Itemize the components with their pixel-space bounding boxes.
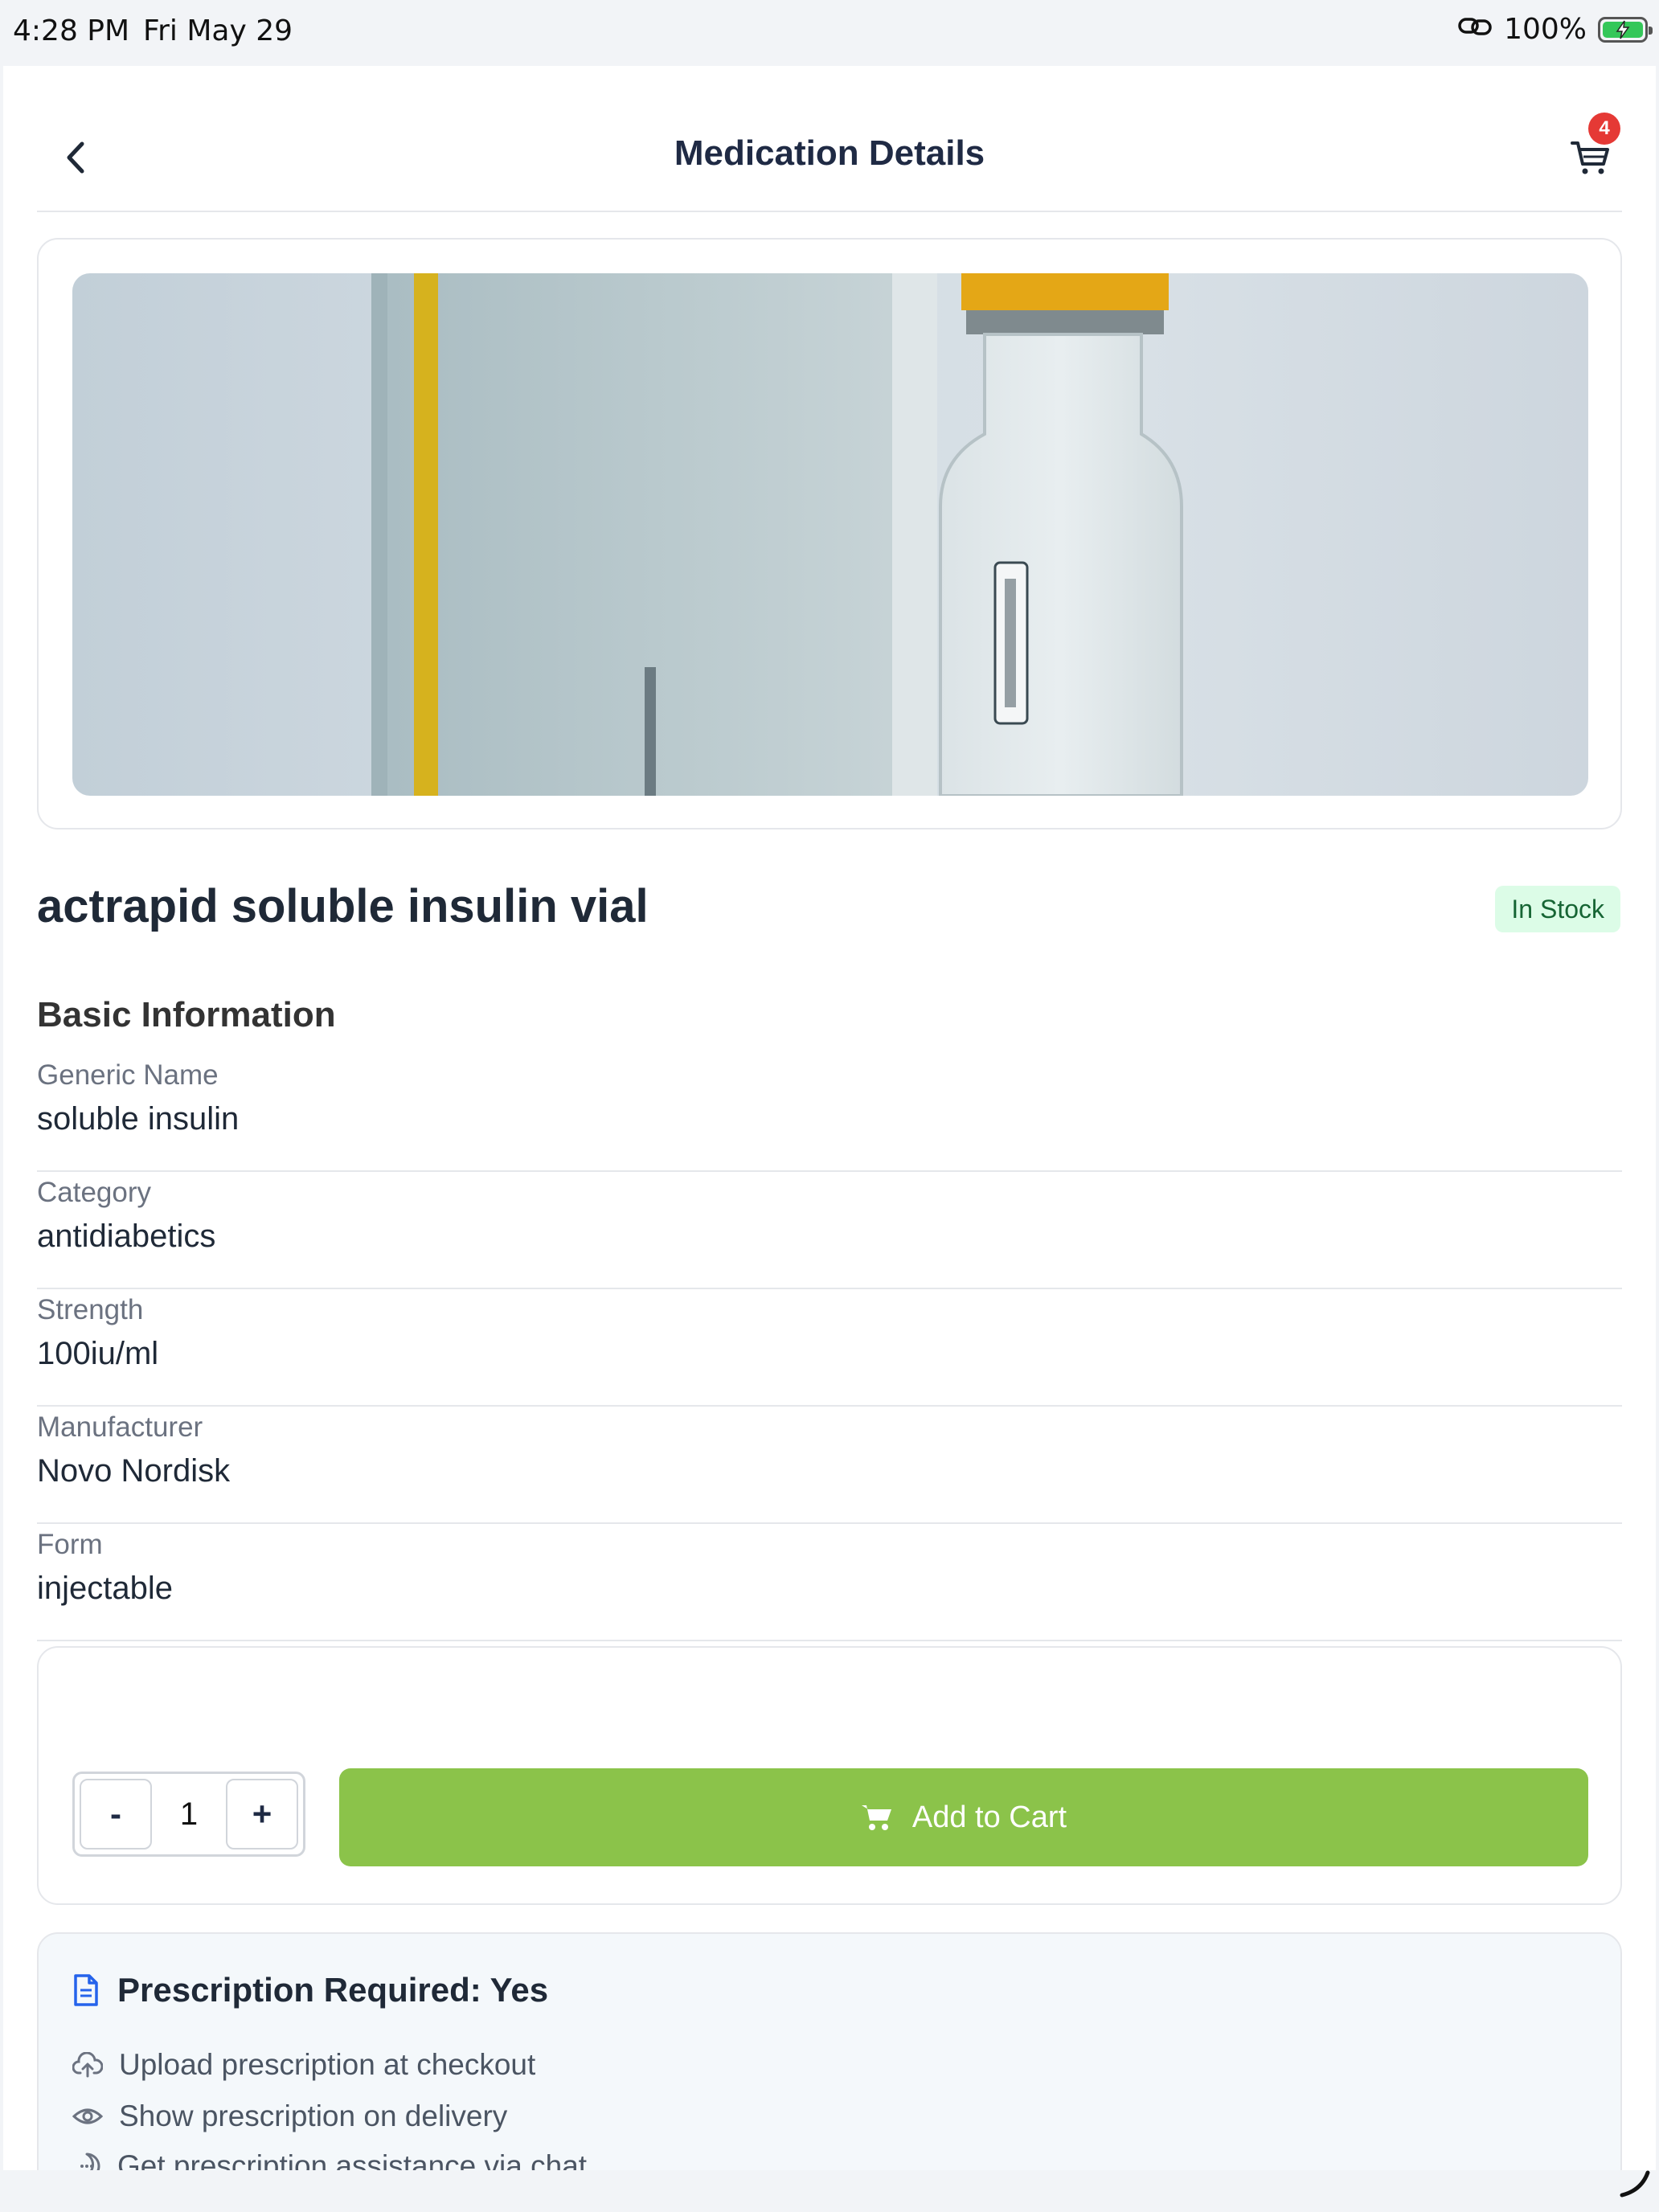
- chat-icon: [80, 2153, 100, 2170]
- medication-name: actrapid soluble insulin vial: [37, 880, 649, 932]
- cart-count-badge: 4: [1588, 113, 1620, 145]
- cart-button[interactable]: 4: [1566, 113, 1620, 182]
- prescription-card: Prescription Required: Yes Upload prescr…: [37, 1932, 1622, 2170]
- header-bar: Medication Details 4: [37, 66, 1622, 212]
- rx-item-text: Get prescription assistance via chat: [117, 2149, 588, 2170]
- info-value: injectable: [37, 1571, 174, 1606]
- quantity-value: 1: [179, 1796, 199, 1832]
- app-screen: Medication Details 4 actrapid soluble in…: [3, 66, 1656, 2170]
- rx-item-show: Show prescription on delivery: [72, 2099, 507, 2133]
- info-value: antidiabetics: [37, 1219, 216, 1254]
- status-time: 4:28 PM: [13, 14, 130, 47]
- cart-icon: [861, 1805, 891, 1830]
- quantity-stepper: - 1 +: [72, 1772, 305, 1857]
- info-row-manufacturer: Manufacturer Novo Nordisk: [37, 1407, 1622, 1524]
- page-title: Medication Details: [674, 133, 985, 173]
- insulin-vial-photo: [72, 273, 1588, 796]
- link-icon: [1457, 13, 1493, 46]
- info-value: 100iu/ml: [37, 1336, 159, 1371]
- status-bar: 4:28 PM Fri May 29 100%: [0, 0, 1659, 64]
- status-indicators: 100%: [1457, 13, 1653, 46]
- rx-item-text: Upload prescription at checkout: [119, 2048, 536, 2081]
- product-image-card: [37, 238, 1622, 830]
- rx-item-chat: Get prescription assistance via chat: [72, 2149, 587, 2170]
- info-label: Generic Name: [37, 1059, 219, 1091]
- info-label: Manufacturer: [37, 1411, 203, 1443]
- info-row-strength: Strength 100iu/ml: [37, 1289, 1622, 1407]
- basic-info-heading: Basic Information: [37, 995, 336, 1034]
- battery-icon: [1598, 16, 1653, 43]
- document-icon: [74, 1974, 98, 2006]
- prescription-title: Prescription Required: Yes: [117, 1971, 549, 2009]
- eye-icon: [72, 2108, 103, 2124]
- info-row-generic-name: Generic Name soluble insulin: [37, 1055, 1622, 1172]
- prescription-header: Prescription Required: Yes: [72, 1971, 548, 2009]
- info-label: Form: [37, 1529, 103, 1560]
- increase-quantity-button[interactable]: +: [226, 1779, 298, 1849]
- info-label: Category: [37, 1177, 152, 1208]
- status-date: Fri May 29: [143, 14, 293, 47]
- info-row-category: Category antidiabetics: [37, 1172, 1622, 1289]
- rx-item-upload: Upload prescription at checkout: [72, 2048, 535, 2082]
- basic-info-list: Generic Name soluble insulin Category an…: [37, 1055, 1622, 1641]
- add-to-cart-button[interactable]: Add to Cart: [339, 1768, 1588, 1866]
- battery-percent: 100%: [1504, 13, 1587, 46]
- scroll-indicator-icon: [1617, 2168, 1653, 2204]
- cloud-upload-icon: [72, 2052, 103, 2078]
- rx-item-text: Show prescription on delivery: [119, 2099, 508, 2132]
- info-value: Novo Nordisk: [37, 1453, 231, 1489]
- info-label: Strength: [37, 1294, 144, 1325]
- add-to-cart-card: - 1 + Add to Cart: [37, 1646, 1622, 1905]
- decrease-quantity-button[interactable]: -: [80, 1779, 152, 1849]
- info-value: soluble insulin: [37, 1101, 240, 1137]
- add-to-cart-label: Add to Cart: [911, 1800, 1067, 1834]
- info-row-form: Form injectable: [37, 1524, 1622, 1641]
- stock-status-badge: In Stock: [1495, 886, 1620, 932]
